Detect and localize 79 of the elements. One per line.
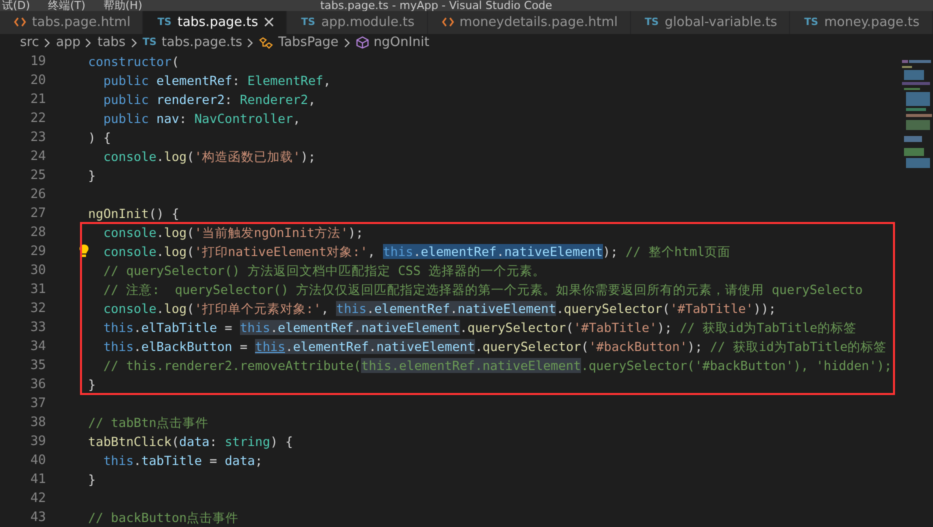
code-line: } <box>87 471 96 488</box>
code-line: public elementRef: ElementRef, <box>102 72 331 89</box>
file-type-label: TS <box>804 16 818 28</box>
code-brackets-icon <box>14 17 26 28</box>
editor-tab[interactable]: moneydetails.page.html <box>428 11 631 34</box>
line-number: 39 <box>29 434 46 449</box>
line-number: 34 <box>29 339 46 354</box>
menu-item[interactable]: 帮助(H) <box>103 0 142 12</box>
line-number: 30 <box>29 263 46 278</box>
line-number: 26 <box>29 187 46 202</box>
editor-tab[interactable]: TS tabs.page.ts <box>143 11 288 34</box>
line-number: 33 <box>29 320 46 335</box>
line-number: 32 <box>29 301 46 316</box>
line-number: 27 <box>29 206 46 221</box>
code-line: this.tabTitle = data; <box>102 452 263 469</box>
menu-item[interactable]: 试(D) <box>2 0 30 12</box>
window-title: tabs.page.ts - myApp - Visual Studio Code <box>320 0 552 12</box>
chevron-icon <box>130 38 138 48</box>
editor-tab[interactable]: TS money.page.ts <box>790 11 933 34</box>
code-line: // tabBtn点击事件 <box>87 414 208 431</box>
breadcrumb-item[interactable]: tabs.page.ts <box>162 35 242 50</box>
code-line: // querySelector() 方法返回文档中匹配指定 CSS 选择器的一个元素。 <box>102 262 546 279</box>
code-line: // backButton点击事件 <box>87 509 239 526</box>
file-type-label: TS <box>157 16 172 28</box>
code-line: } <box>87 376 96 393</box>
line-number: 43 <box>29 510 46 525</box>
code-brackets-icon <box>442 17 454 28</box>
code-line: tabBtnClick(data: string) { <box>87 433 293 450</box>
line-number: 42 <box>29 491 46 506</box>
code-line: public renderer2: Renderer2, <box>102 91 316 108</box>
breadcrumb-item[interactable]: tabs <box>97 35 126 50</box>
chevron-icon <box>85 38 92 48</box>
class-icon <box>259 36 274 49</box>
code-line: console.log('打印单个元素对象:', this.elementRef.nativeElement.querySelector('#TabTitle')); <box>102 300 776 317</box>
code-line: ) { <box>87 129 111 146</box>
file-type-label: TS <box>142 37 157 48</box>
chevron-icon <box>344 38 351 48</box>
code-line: ngOnInit() { <box>87 205 180 222</box>
line-number: 25 <box>29 168 46 183</box>
chevron-icon <box>247 38 254 48</box>
line-number: 20 <box>29 73 46 88</box>
breadcrumb-item[interactable]: src <box>20 35 39 50</box>
cube-icon <box>356 36 369 50</box>
line-number: 21 <box>29 92 46 107</box>
code-line: // 注意: querySelector() 方法仅仅返回匹配指定选择器的第一个元素。如果你需要返回所有的元素，请使用 querySelecto <box>102 281 863 298</box>
line-number: 29 <box>29 244 46 259</box>
line-number: 36 <box>29 377 46 392</box>
chevron-icon <box>44 38 51 48</box>
code-line: this.elTabTitle = this.elementRef.nativeElement.querySelector('#TabTitle'); // 获取id为TabTitle的标签 <box>102 319 856 336</box>
line-number: 41 <box>29 472 46 487</box>
line-number: 23 <box>29 130 46 145</box>
line-number: 24 <box>29 149 46 164</box>
code-line: } <box>87 167 96 184</box>
line-number: 38 <box>29 415 46 430</box>
line-number: 31 <box>29 282 46 297</box>
code-line: console.log('构造函数已加载'); <box>102 148 316 165</box>
code-line: console.log('打印nativeElement对象:', this.elementRef.nativeElement); // 整个html页面 <box>102 243 731 260</box>
breadcrumb-item[interactable]: TabsPage <box>278 35 339 50</box>
line-number: 40 <box>29 453 46 468</box>
line-number: 37 <box>29 396 46 411</box>
file-type-label: TS <box>301 16 316 28</box>
line-number: 35 <box>29 358 46 373</box>
breadcrumb-item[interactable]: app <box>56 35 80 50</box>
line-number: 22 <box>29 111 46 126</box>
menu-item[interactable]: 终端(T) <box>48 0 86 12</box>
lightbulb-icon[interactable] <box>79 244 89 258</box>
file-type-label: TS <box>644 16 659 28</box>
line-number: 28 <box>29 225 46 240</box>
close-icon[interactable] <box>264 17 274 28</box>
breadcrumb-item[interactable]: ngOnInit <box>374 35 430 50</box>
code-line: // this.renderer2.removeAttribute(this.elementRef.nativeElement.querySelector('#backButton'), 'hidden'); <box>102 357 892 374</box>
line-number: 19 <box>29 54 46 69</box>
editor-tab[interactable]: TS app.module.ts <box>287 11 428 34</box>
code-line: public nav: NavController, <box>102 110 300 127</box>
code-line: this.elBackButton = this.elementRef.nativeElement.querySelector('#backButton'); // 获取id为TabTitle的标签 <box>102 338 887 355</box>
editor-tab[interactable]: tabs.page.html <box>0 11 144 34</box>
code-line: console.log('当前触发ngOnInit方法'); <box>102 224 364 241</box>
editor-tab[interactable]: TS global-variable.ts <box>630 11 790 34</box>
code-line: constructor( <box>87 53 180 70</box>
